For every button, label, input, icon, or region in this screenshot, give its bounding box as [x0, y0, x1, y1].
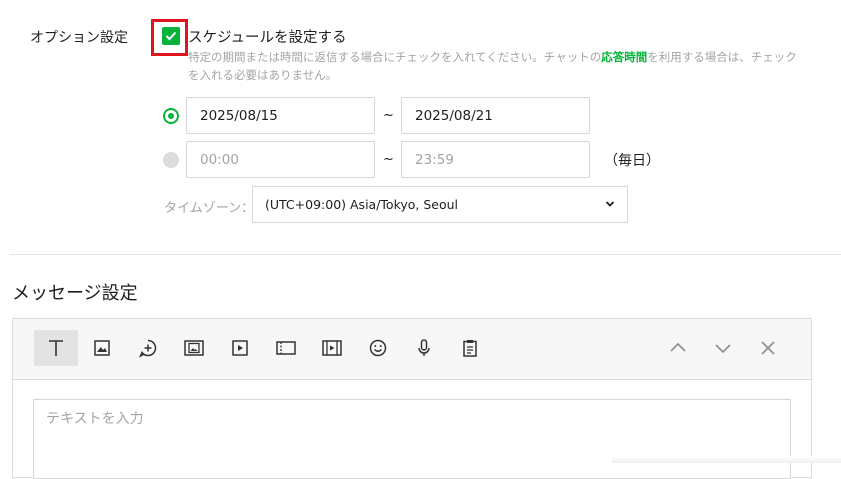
overlay-shadow [612, 456, 841, 463]
stamp-tool-button[interactable] [126, 330, 170, 366]
clipboard-tool-button[interactable] [448, 330, 492, 366]
start-date-input[interactable]: 2025/08/15 [186, 97, 375, 134]
clipboard-icon [463, 340, 477, 357]
checkmark-icon [165, 31, 177, 41]
schedule-help-text: 特定の期間または時間に返信する場合にチェックを入れてください。チャットの応答時間… [188, 48, 798, 84]
text-tool-button[interactable] [34, 330, 78, 366]
daily-label: （毎日） [604, 153, 660, 169]
time-separator: ~ [383, 152, 394, 167]
start-time-input[interactable]: 00:00 [186, 141, 375, 178]
emoji-tool-button[interactable] [356, 330, 400, 366]
timezone-select[interactable]: (UTC+09:00) Asia/Tokyo, Seoul [252, 186, 628, 223]
chevron-down-icon [605, 201, 615, 207]
date-range-radio[interactable] [163, 108, 179, 124]
message-text-input[interactable] [33, 399, 791, 479]
chevron-up-icon [670, 342, 686, 352]
time-range-radio[interactable] [163, 152, 179, 168]
option-settings-label: オプション設定 [30, 30, 128, 46]
response-time-link[interactable]: 応答時間 [601, 50, 647, 64]
move-up-button[interactable] [656, 330, 700, 366]
schedule-checkbox-label[interactable]: スケジュールを設定する [188, 26, 346, 47]
microphone-icon [418, 339, 430, 356]
timezone-label: タイムゾーン： [164, 201, 255, 216]
video-tool-button[interactable] [218, 330, 262, 366]
coupon-tool-button[interactable] [264, 330, 308, 366]
help-text-part1: 特定の期間または時間に返信する場合にチェックを入れてください。チャットの [188, 50, 602, 64]
date-separator: ~ [383, 108, 394, 123]
play-icon [232, 340, 248, 356]
message-text-placeholder: テキストを入力 [46, 411, 144, 427]
film-icon [322, 340, 342, 356]
chevron-down-icon [715, 344, 731, 354]
text-icon [49, 340, 63, 356]
message-toolbar [13, 319, 811, 380]
card-image-icon [184, 340, 204, 356]
image-tool-button[interactable] [80, 330, 124, 366]
end-time-input[interactable]: 23:59 [401, 141, 590, 178]
card-tool-button[interactable] [172, 330, 216, 366]
timezone-value: (UTC+09:00) Asia/Tokyo, Seoul [265, 197, 459, 212]
coupon-icon [276, 341, 296, 355]
smiley-icon [369, 339, 387, 357]
image-icon [94, 340, 110, 356]
audio-tool-button[interactable] [402, 330, 446, 366]
richvideo-tool-button[interactable] [310, 330, 354, 366]
end-date-input[interactable]: 2025/08/21 [401, 97, 590, 134]
move-down-button[interactable] [701, 330, 745, 366]
close-icon [761, 341, 775, 355]
section-divider [10, 254, 841, 255]
delete-message-button[interactable] [746, 330, 790, 366]
message-settings-title: メッセージ設定 [12, 283, 138, 304]
chat-bubble-plus-icon [138, 339, 157, 358]
schedule-checkbox[interactable] [162, 27, 180, 45]
